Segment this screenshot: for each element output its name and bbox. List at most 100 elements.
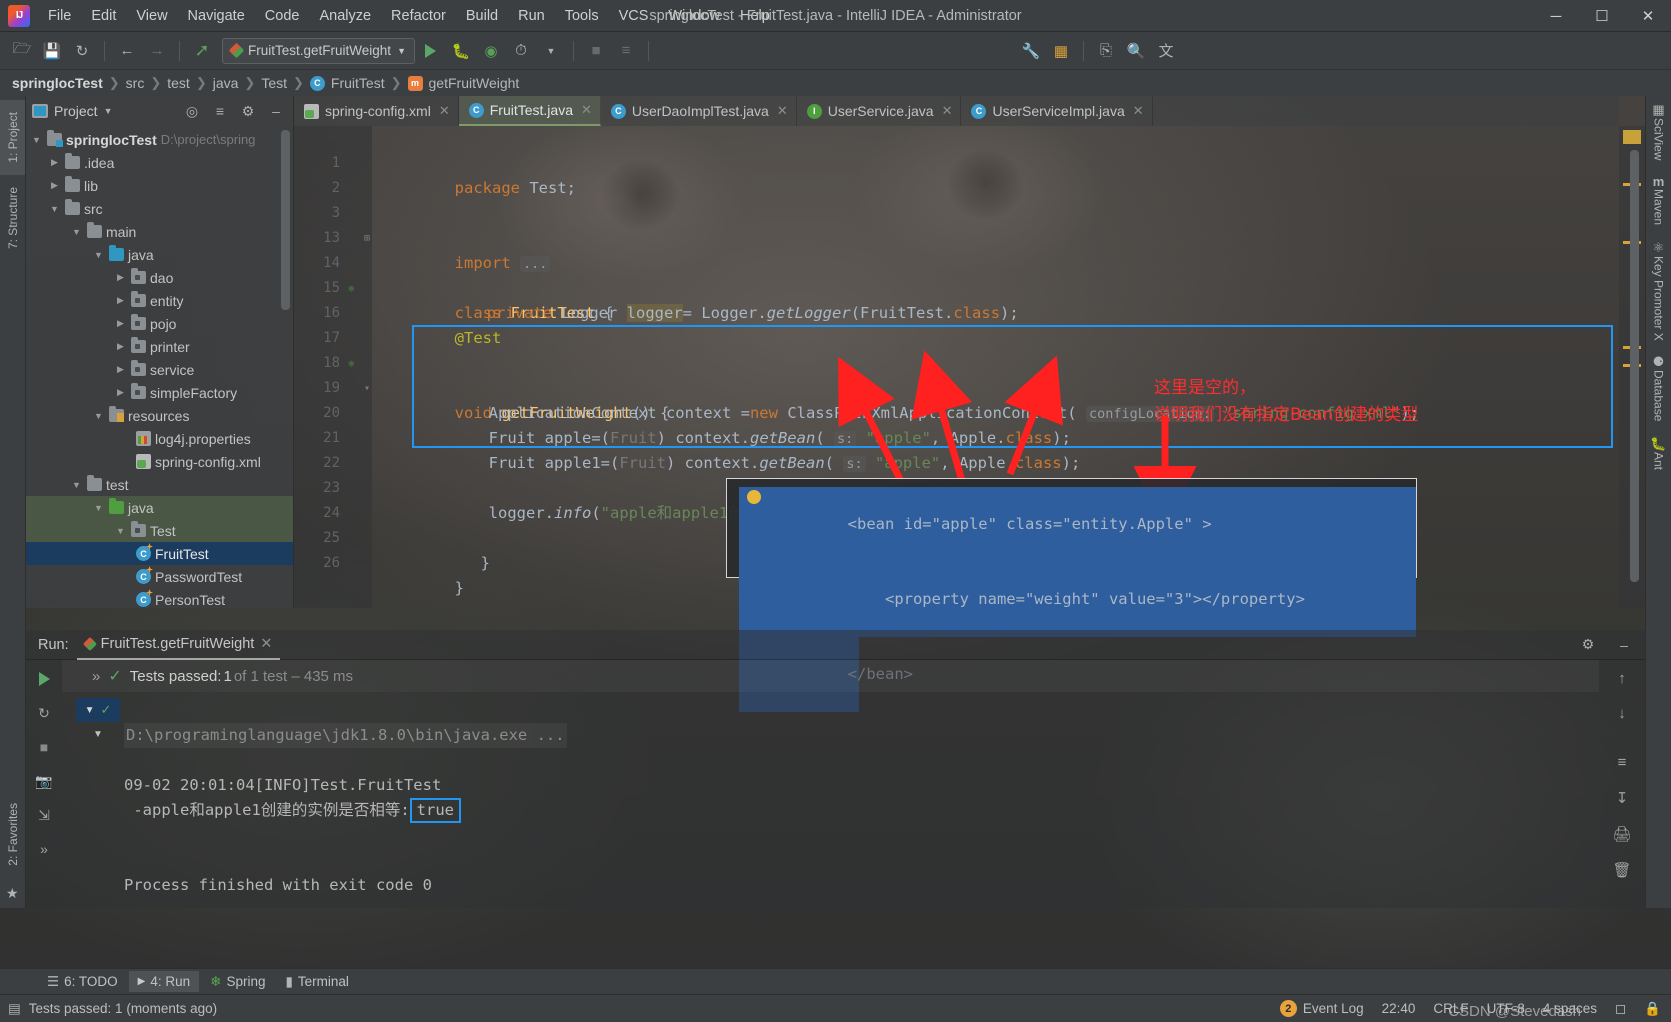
export-icon[interactable]: ⇲ (33, 804, 55, 826)
close-icon[interactable]: ✕ (581, 102, 592, 118)
chevron-down-icon[interactable]: ▼ (92, 411, 105, 421)
tab-userservice-java[interactable]: UserService.java ✕ (797, 96, 962, 126)
open-folder-icon[interactable]: 🗁 (8, 38, 36, 64)
chevron-down-icon[interactable]: ▼ (70, 227, 83, 237)
stop-icon[interactable]: ■ (33, 736, 55, 758)
debug-icon[interactable]: 🐛 (447, 38, 475, 64)
chevron-down-icon[interactable]: ▼ (70, 480, 83, 490)
console-fold-row-2[interactable]: ▼ (76, 722, 120, 746)
menu-window[interactable]: Window (658, 4, 730, 28)
menu-tools[interactable]: Tools (555, 4, 609, 28)
scroll-to-end-icon[interactable]: ↧ (1616, 789, 1629, 807)
close-icon[interactable]: ✕ (1133, 103, 1144, 119)
rail-item-ant[interactable]: 🐛 Ant (1650, 436, 1666, 470)
tree-item-test[interactable]: ▼ test (26, 473, 293, 496)
breadcrumb-item-class[interactable]: FruitTest (331, 75, 385, 91)
tree-item-springloctest[interactable]: ▼ springlocTest D:\project\spring (26, 128, 293, 151)
close-icon[interactable]: ✕ (777, 103, 788, 119)
intention-bulb-icon[interactable] (747, 490, 761, 504)
tree-item-idea[interactable]: ▶ .idea (26, 151, 293, 174)
settings-gear-icon[interactable]: ⚙ (237, 100, 259, 122)
menu-navigate[interactable]: Navigate (178, 4, 255, 28)
expand-chevron-icon[interactable]: » (92, 668, 100, 685)
menu-view[interactable]: View (126, 4, 177, 28)
chevron-right-icon[interactable]: ▶ (114, 318, 127, 329)
tree-item-entity[interactable]: ▶ entity (26, 289, 293, 312)
tree-item-simplefactory[interactable]: ▶ simpleFactory (26, 381, 293, 404)
run-configuration-selector[interactable]: FruitTest.getFruitWeight ▼ (222, 37, 415, 64)
run-icon[interactable] (417, 38, 445, 64)
rail-item-maven[interactable]: m Maven (1652, 174, 1666, 225)
menu-build[interactable]: Build (456, 4, 508, 28)
breadcrumb-item-test[interactable]: test (167, 75, 190, 91)
tree-item-service[interactable]: ▶ service (26, 358, 293, 381)
tab-fruittest-java[interactable]: FruitTest.java ✕ (458, 96, 601, 126)
console-fold-row[interactable]: ▼ ✓ (76, 698, 120, 722)
tree-item-test-java[interactable]: ▼ java (26, 496, 293, 519)
run-tab-fruittest[interactable]: FruitTest.getFruitWeight ✕ (76, 630, 281, 660)
save-icon[interactable]: 💾 (38, 38, 66, 64)
breadcrumb-item-project[interactable]: springlocTest (12, 75, 103, 91)
tree-item-dao[interactable]: ▶ dao (26, 266, 293, 289)
editor-vertical-scrollbar[interactable] (1630, 150, 1639, 582)
chevron-right-icon[interactable]: ▶ (48, 157, 61, 168)
tree-item-persontest[interactable]: PersonTest (26, 588, 293, 608)
menu-file[interactable]: File (38, 4, 81, 28)
status-lock-icon[interactable]: 🔒 (1644, 1001, 1661, 1017)
tree-item-fruittest[interactable]: FruitTest (26, 542, 293, 565)
rail-item-key-promoter[interactable]: ⚛ Key Promoter X (1652, 240, 1666, 341)
tree-item-main-java[interactable]: ▼ java (26, 243, 293, 266)
tab-spring-config-xml[interactable]: spring-config.xml ✕ (294, 96, 459, 126)
run-coverage-icon[interactable]: ◉ (477, 38, 505, 64)
tree-item-src[interactable]: ▼ src (26, 197, 293, 220)
menu-edit[interactable]: Edit (81, 4, 126, 28)
close-button[interactable]: ✕ (1625, 0, 1671, 32)
close-icon[interactable]: ✕ (942, 103, 953, 119)
hide-icon[interactable]: – (265, 100, 287, 122)
project-tree-scrollbar[interactable] (281, 130, 290, 310)
chevron-right-icon[interactable]: ▶ (114, 341, 127, 352)
update-icon[interactable]: ⎘ (1092, 38, 1120, 64)
menu-vcs[interactable]: VCS (609, 4, 659, 28)
minimize-button[interactable]: ─ (1533, 0, 1579, 32)
chevron-down-icon[interactable]: ▼ (114, 526, 127, 536)
menu-analyze[interactable]: Analyze (309, 4, 381, 28)
chevron-right-icon[interactable]: ▶ (48, 180, 61, 191)
wrench-icon[interactable]: 🔧 (1017, 38, 1045, 64)
console-output[interactable]: D:\programinglanguage\jdk1.8.0\bin\java.… (124, 698, 1599, 908)
chevron-down-icon[interactable]: ▼ (48, 204, 61, 214)
build-hammer-icon[interactable]: ➚ (188, 38, 216, 64)
tree-item-log4j-properties[interactable]: log4j.properties (26, 427, 293, 450)
breadcrumb-item-java[interactable]: java (213, 75, 239, 91)
chevron-down-icon[interactable]: ▼ (93, 729, 103, 740)
locate-icon[interactable]: ◎ (181, 100, 203, 122)
event-log-button[interactable]: Event Log (1303, 1001, 1364, 1016)
rail-item-database[interactable]: ⚈ Database (1652, 354, 1666, 421)
scroll-up-icon[interactable]: ↑ (1618, 670, 1626, 687)
chevron-down-icon[interactable]: ▼ (92, 503, 105, 513)
menu-help[interactable]: Help (730, 4, 780, 28)
rail-item-structure[interactable]: 7: Structure (0, 175, 25, 261)
tree-item-resources[interactable]: ▼ resources (26, 404, 293, 427)
collapse-all-icon[interactable]: ≡ (209, 100, 231, 122)
tree-item-test-package[interactable]: ▼ Test (26, 519, 293, 542)
tree-item-spring-config-xml[interactable]: spring-config.xml (26, 450, 293, 473)
chevron-down-icon[interactable]: ▼ (537, 38, 565, 64)
settings-gear-icon[interactable]: ⚙ (1577, 634, 1599, 656)
translate-icon[interactable]: 文 (1152, 38, 1180, 64)
sync-icon[interactable]: ↻ (68, 38, 96, 64)
breadcrumb-item-package[interactable]: Test (261, 75, 287, 91)
search-icon[interactable]: 🔍 (1122, 38, 1150, 64)
print-icon[interactable]: 🖨 (1612, 825, 1631, 843)
menu-code[interactable]: Code (255, 4, 310, 28)
chevron-down-icon[interactable]: ▼ (104, 106, 113, 116)
close-icon[interactable]: ✕ (260, 636, 272, 652)
chevron-right-icon[interactable]: ▶ (114, 387, 127, 398)
breadcrumb-item-src[interactable]: src (126, 75, 145, 91)
chevron-down-icon[interactable]: ▼ (92, 250, 105, 260)
breadcrumb-item-method[interactable]: getFruitWeight (429, 75, 520, 91)
status-vcs-icon[interactable]: ◻ (1615, 1001, 1626, 1017)
tree-item-main[interactable]: ▼ main (26, 220, 293, 243)
maximize-button[interactable]: ☐ (1579, 0, 1625, 32)
soft-wrap-icon[interactable]: ≡ (1618, 754, 1627, 771)
